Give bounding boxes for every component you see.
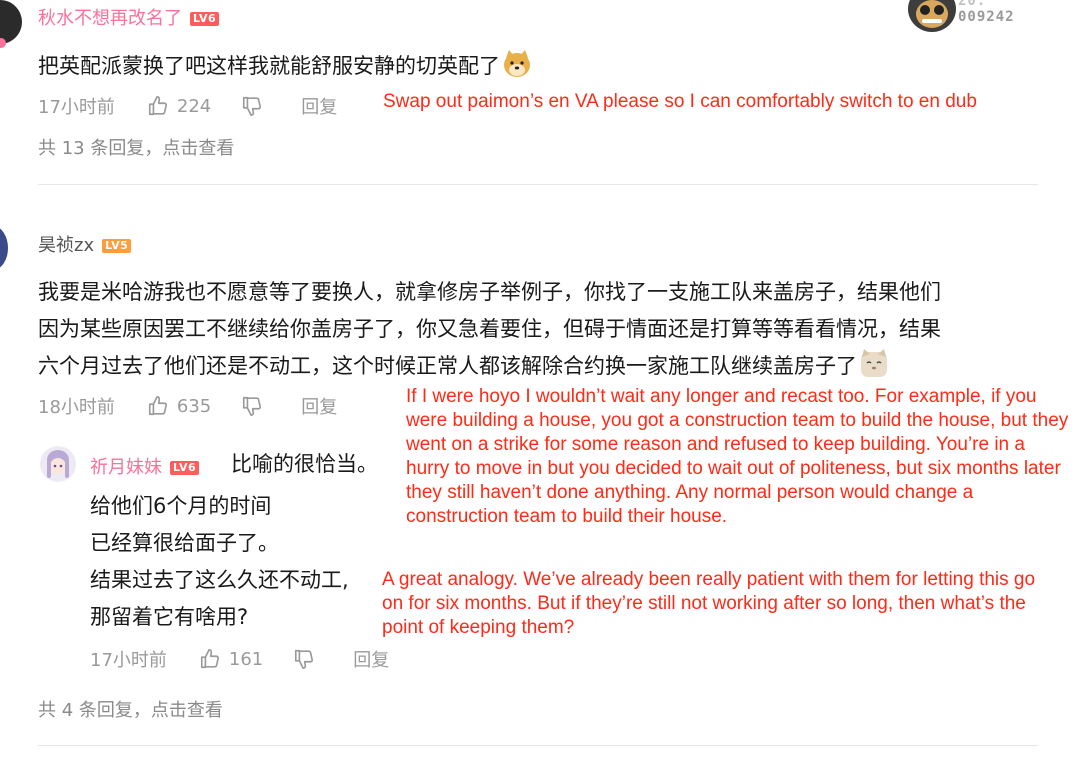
reply-meta: 17小时前 161 回复 bbox=[90, 646, 389, 672]
thumb-down-icon[interactable] bbox=[293, 648, 315, 670]
thumb-down-icon[interactable] bbox=[241, 395, 263, 417]
reply-text-line: 结果过去了这么久还不动工, bbox=[90, 568, 349, 592]
like-count: 224 bbox=[176, 95, 212, 117]
divider bbox=[38, 184, 1038, 185]
timestamp: 17小时前 bbox=[90, 650, 167, 671]
view-replies-link[interactable]: 共 13 条回复，点击查看 bbox=[38, 134, 234, 160]
username-text[interactable]: 祈月妹妹 bbox=[90, 457, 162, 478]
comment-username[interactable]: 昊祯zx LV5 bbox=[38, 231, 132, 257]
comment-text-body: 把英配派蒙换了吧这样我就能舒服安静的切英配了 bbox=[38, 54, 500, 78]
reply-text-line: 已经算很给面子了。 bbox=[90, 531, 279, 555]
reply-text-line: 那留着它有啥用? bbox=[90, 605, 249, 629]
reply-text-line: 给他们6个月的时间 bbox=[90, 494, 272, 518]
reply-username[interactable]: 祈月妹妹 LV6 bbox=[90, 453, 200, 479]
username-text[interactable]: 昊祯zx bbox=[38, 235, 94, 256]
user-avatar[interactable] bbox=[0, 0, 22, 44]
timestamp: 18小时前 bbox=[38, 397, 115, 418]
avatar-badge-icon bbox=[0, 38, 6, 48]
view-replies-link[interactable]: 共 4 条回复，点击查看 bbox=[38, 696, 223, 722]
reply-avatar[interactable] bbox=[40, 446, 76, 482]
comment-meta: 18小时前 635 回复 bbox=[38, 393, 337, 419]
reply-button[interactable]: 回复 bbox=[301, 93, 337, 119]
thumb-up-icon[interactable] bbox=[147, 95, 169, 117]
corner-badge-line1: 20. bbox=[958, 0, 987, 9]
username-text[interactable]: 秋水不想再改名了 bbox=[38, 8, 182, 29]
translation-note: Swap out paimon’s en VA please so I can … bbox=[383, 91, 977, 112]
thumb-up-icon[interactable] bbox=[199, 648, 221, 670]
like-count: 635 bbox=[176, 395, 212, 417]
cat-emoji-icon bbox=[859, 349, 889, 379]
face-icon bbox=[916, 0, 948, 28]
anime-avatar-icon bbox=[47, 450, 69, 478]
comment-username[interactable]: 秋水不想再改名了 LV6 bbox=[38, 4, 220, 30]
reply-button[interactable]: 回复 bbox=[353, 646, 389, 672]
comment-text-line: 六个月过去了他们还是不动工，这个时候正常人都该解除合约换一家施工队继续盖房子了 bbox=[38, 354, 857, 378]
like-count: 161 bbox=[228, 648, 264, 670]
reply-text: 给他们6个月的时间 已经算很给面子了。 结果过去了这么久还不动工, 那留着它有啥… bbox=[90, 488, 349, 636]
thumb-down-icon[interactable] bbox=[241, 95, 263, 117]
comment-text-line: 因为某些原因罢工不继续给你盖房子了，你又急着要住，但碍于情面还是打算等等看看情况… bbox=[38, 317, 941, 341]
comment-text: 把英配派蒙换了吧这样我就能舒服安静的切英配了 bbox=[38, 48, 532, 85]
corner-badge-line2: 009242 bbox=[958, 9, 1015, 25]
reply-text-first: 比喻的很恰当。 bbox=[231, 452, 378, 476]
doge-emoji-icon bbox=[502, 49, 532, 79]
corner-badge: 20. 009242 bbox=[958, 0, 1015, 24]
translation-note: A great analogy. We’ve already been real… bbox=[382, 569, 1036, 638]
translation-note: If I were hoyo I wouldn’t wait any longe… bbox=[406, 386, 1069, 527]
level-badge: LV6 bbox=[170, 461, 200, 475]
user-avatar[interactable] bbox=[0, 226, 8, 270]
thumb-up-icon[interactable] bbox=[147, 395, 169, 417]
timestamp: 17小时前 bbox=[38, 97, 115, 118]
level-badge: LV5 bbox=[102, 239, 132, 253]
comment-meta: 17小时前 224 回复 bbox=[38, 93, 337, 119]
comment-text: 我要是米哈游我也不愿意等了要换人，就拿修房子举例子，你找了一支施工队来盖房子，结… bbox=[38, 274, 941, 385]
divider bbox=[38, 745, 1038, 746]
corner-avatar bbox=[908, 0, 956, 32]
comment-text-line: 我要是米哈游我也不愿意等了要换人，就拿修房子举例子，你找了一支施工队来盖房子，结… bbox=[38, 280, 941, 304]
level-badge: LV6 bbox=[190, 12, 220, 26]
reply-button[interactable]: 回复 bbox=[301, 393, 337, 419]
